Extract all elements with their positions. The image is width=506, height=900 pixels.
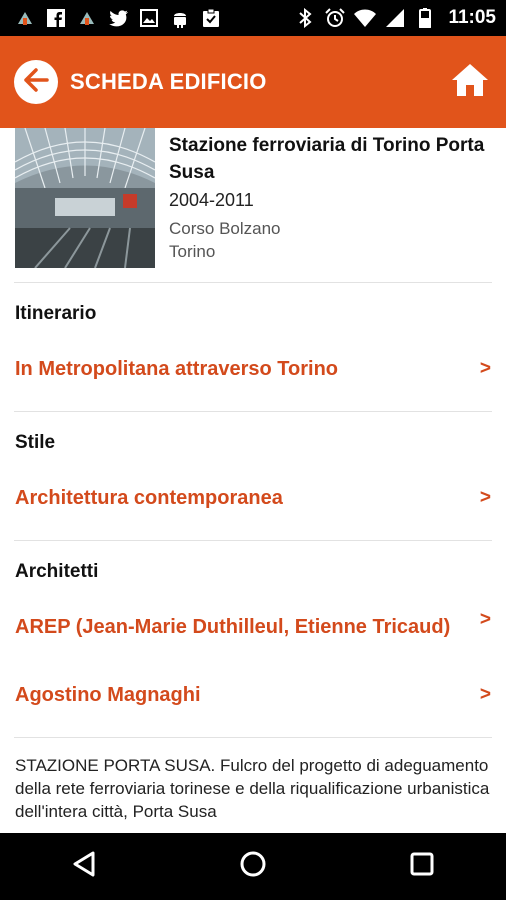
section-title: Architetti bbox=[15, 561, 99, 582]
section-architetti: Architetti AREP (Jean-Marie Duthilleul, … bbox=[0, 541, 506, 737]
app-bar: SCHEDA EDIFICIO bbox=[0, 36, 506, 128]
nav-recents-icon bbox=[409, 851, 435, 882]
home-icon bbox=[450, 62, 490, 103]
system-nav-bar bbox=[0, 833, 506, 900]
alarm-icon bbox=[324, 8, 346, 28]
page-title: SCHEDA EDIFICIO bbox=[70, 69, 267, 94]
notification-icon bbox=[14, 8, 36, 28]
address-city: Torino bbox=[169, 242, 216, 261]
architect-label: Agostino Magnaghi bbox=[15, 683, 201, 706]
chevron-right-icon: > bbox=[479, 609, 491, 630]
signal-icon bbox=[384, 8, 406, 28]
status-bar: 11:05 bbox=[0, 0, 506, 36]
chevron-right-icon: > bbox=[479, 487, 491, 508]
wifi-icon bbox=[354, 8, 377, 28]
building-photo[interactable] bbox=[15, 128, 155, 268]
nav-back-button[interactable] bbox=[54, 837, 114, 897]
building-address: Corso Bolzano Torino bbox=[169, 217, 491, 263]
section-title: Stile bbox=[15, 432, 56, 453]
android-icon bbox=[169, 8, 191, 28]
nav-home-icon bbox=[239, 850, 267, 883]
nav-home-button[interactable] bbox=[223, 837, 283, 897]
notification-icon bbox=[76, 8, 98, 28]
twitter-icon bbox=[107, 8, 129, 28]
building-description: STAZIONE PORTA SUSA. Fulcro del progetto… bbox=[15, 756, 490, 821]
nav-back-icon bbox=[71, 850, 97, 883]
back-button[interactable] bbox=[14, 60, 58, 104]
facebook-icon bbox=[45, 8, 67, 28]
architect-link[interactable]: Agostino Magnaghi > bbox=[15, 661, 491, 737]
style-label: Architettura contemporanea bbox=[15, 486, 283, 509]
home-button[interactable] bbox=[448, 60, 492, 104]
battery-icon bbox=[414, 8, 436, 28]
building-name: Stazione ferroviaria di Torino Porta Sus… bbox=[169, 135, 485, 183]
section-title: Itinerario bbox=[15, 303, 97, 324]
address-street: Corso Bolzano bbox=[169, 219, 281, 238]
clipboard-icon bbox=[200, 8, 222, 28]
architect-link[interactable]: AREP (Jean-Marie Duthilleul, Etienne Tri… bbox=[15, 591, 491, 661]
section-stile: Stile Architettura contemporanea > bbox=[0, 412, 506, 540]
style-link[interactable]: Architettura contemporanea > bbox=[15, 462, 491, 540]
building-detail: Stazione ferroviaria di Torino Porta Sus… bbox=[0, 128, 506, 833]
image-icon bbox=[138, 8, 160, 28]
itinerary-label: In Metropolitana attraverso Torino bbox=[15, 357, 338, 380]
chevron-right-icon: > bbox=[479, 358, 491, 379]
section-itinerario: Itinerario In Metropolitana attraverso T… bbox=[0, 283, 506, 411]
nav-recents-button[interactable] bbox=[392, 837, 452, 897]
building-header: Stazione ferroviaria di Torino Porta Sus… bbox=[0, 128, 506, 282]
chevron-right-icon: > bbox=[479, 684, 491, 705]
status-time: 11:05 bbox=[448, 7, 496, 28]
architect-label: AREP (Jean-Marie Duthilleul, Etienne Tri… bbox=[15, 615, 451, 638]
itinerary-link[interactable]: In Metropolitana attraverso Torino > bbox=[15, 333, 491, 411]
bluetooth-icon bbox=[294, 8, 316, 28]
back-arrow-icon bbox=[22, 66, 50, 99]
building-years: 2004-2011 bbox=[169, 190, 254, 210]
